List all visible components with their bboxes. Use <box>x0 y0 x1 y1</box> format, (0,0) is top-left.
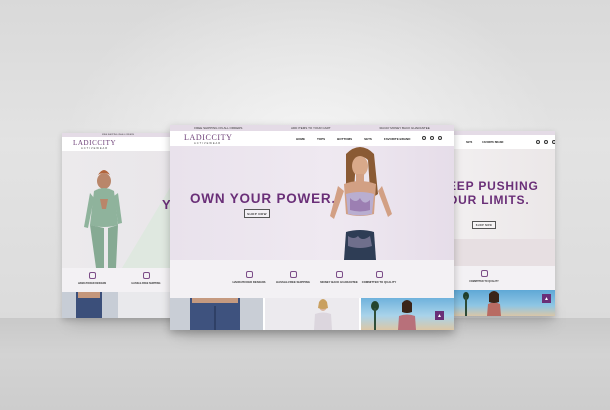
hero-banner: EEP PUSHING OUR LIMITS. SHOP NOW <box>452 149 555 266</box>
cart-icon[interactable] <box>430 136 434 140</box>
feature-label: HAND-PICKED DESIGNS <box>232 280 266 284</box>
features-bar: HAND-PICKED DESIGNS HASSLE-FREE SHIPPING <box>62 268 174 292</box>
left-screen: FREE SHIPPING ON ALL ORDERS LADICCITY AC… <box>62 133 174 318</box>
feature-label: MONEY BACK GUARANTEE <box>320 280 358 284</box>
topbar-right-text: 30-DAY MONEY BACK GUARANTEE <box>379 126 430 130</box>
feature-label: HASSLE-FREE SHIPPING <box>276 280 310 284</box>
product-tile[interactable]: ▲ <box>360 298 454 330</box>
brand-logo[interactable]: LADICCITY <box>184 133 233 142</box>
brand-logo[interactable]: LADICCITY <box>73 139 116 147</box>
feature-shipping: HASSLE-FREE SHIPPING <box>120 272 172 285</box>
guarantee-icon <box>335 271 343 278</box>
feature-designs: HAND-PICKED DESIGNS <box>224 271 274 284</box>
product-tile[interactable] <box>118 292 174 318</box>
hero-title: OWN YOUR POWER. <box>190 191 337 206</box>
product-tile[interactable] <box>265 298 359 330</box>
right-screen: SETS FAVORITE BRAND EEP PUSHING OUR LIMI… <box>452 131 555 316</box>
shipping-icon <box>289 271 297 278</box>
product-tiles: ▲ <box>452 290 555 316</box>
nav-item-tops[interactable]: TOPS <box>317 137 325 141</box>
nav-menu: HOME TOPS BOTTOMS SETS FAVORITE BRAND <box>296 137 410 141</box>
feature-label: COMMITTED TO QUALITY <box>469 280 499 283</box>
center-screen: FREE SHIPPING ON ALL ORDERS ADD ITEMS TO… <box>170 125 454 330</box>
nav-icons <box>422 136 442 140</box>
feature-label: HAND-PICKED DESIGNS <box>77 282 107 285</box>
product-image <box>314 299 333 330</box>
product-tile[interactable]: ▲ <box>452 290 555 316</box>
topbar-left-text: FREE SHIPPING ON ALL ORDERS <box>194 126 243 130</box>
search-icon[interactable] <box>422 136 426 140</box>
feature-label: COMMITTED TO QUALITY <box>361 280 397 284</box>
user-icon[interactable] <box>438 136 442 140</box>
user-icon[interactable] <box>552 140 555 144</box>
features-bar: COMMITTED TO QUALITY <box>452 266 555 290</box>
feature-designs: HAND-PICKED DESIGNS <box>66 272 118 285</box>
model-image <box>330 147 392 260</box>
feature-shipping: HASSLE-FREE SHIPPING <box>268 271 318 284</box>
cart-icon[interactable] <box>544 140 548 144</box>
hero-title-line1: EEP PUSHING <box>452 179 539 193</box>
nav-item-sets[interactable]: SETS <box>364 137 372 141</box>
nav-item-sets[interactable]: SETS <box>466 141 472 144</box>
navbar: SETS FAVORITE BRAND <box>452 135 555 150</box>
scroll-top-button[interactable]: ▲ <box>542 294 551 303</box>
model-image <box>84 170 122 268</box>
topbar-left-text: FREE SHIPPING ON ALL ORDERS <box>101 134 135 136</box>
design-icon <box>245 271 253 278</box>
topbar-center-text: ADD ITEMS TO YOUR CART <box>290 126 331 130</box>
product-tiles: ▲ <box>170 298 454 330</box>
nav-item-bottoms[interactable]: BOTTOMS <box>337 137 352 141</box>
feature-quality: COMMITTED TO QUALITY <box>454 270 514 283</box>
hero-banner: Y <box>62 151 174 268</box>
shop-now-button[interactable]: SHOP NOW <box>244 209 270 218</box>
nav-item-home[interactable]: HOME <box>296 137 305 141</box>
hero-title-line2: OUR LIMITS. <box>452 193 530 207</box>
shop-now-button[interactable]: SHOP NOW <box>472 221 496 229</box>
nav-icons <box>536 140 555 144</box>
brand-tagline: ACTIVEWEAR <box>81 147 109 150</box>
product-tile[interactable] <box>62 292 118 318</box>
quality-icon <box>375 271 383 278</box>
nav-menu: SETS FAVORITE BRAND <box>466 141 503 144</box>
product-image <box>463 291 501 316</box>
mockup-scene: FREE SHIPPING ON ALL ORDERS LADICCITY AC… <box>0 0 610 410</box>
shipping-icon <box>142 272 150 279</box>
search-icon[interactable] <box>536 140 540 144</box>
feature-quality: COMMITTED TO QUALITY <box>354 271 404 284</box>
hero-banner: OWN YOUR POWER. SHOP NOW <box>170 146 454 260</box>
hero-floor <box>452 239 555 266</box>
product-image <box>190 298 240 330</box>
product-tile[interactable] <box>170 298 264 330</box>
product-tiles <box>62 292 174 318</box>
brand-tagline: ACTIVEWEAR <box>194 142 222 145</box>
features-bar: HAND-PICKED DESIGNS HASSLE-FREE SHIPPING… <box>170 260 454 298</box>
navbar: LADICCITY ACTIVEWEAR HOME TOPS BOTTOMS S… <box>170 131 454 147</box>
nav-item-favorite-brand[interactable]: FAVORITE BRAND <box>482 141 503 144</box>
nav-item-favorite-brand[interactable]: FAVORITE BRAND <box>384 137 410 141</box>
quality-icon <box>480 270 488 277</box>
navbar: LADICCITY ACTIVEWEAR <box>62 137 174 152</box>
feature-label: HASSLE-FREE SHIPPING <box>131 282 161 285</box>
scroll-top-button[interactable]: ▲ <box>434 311 444 320</box>
design-icon <box>88 272 96 279</box>
product-image <box>76 292 102 318</box>
